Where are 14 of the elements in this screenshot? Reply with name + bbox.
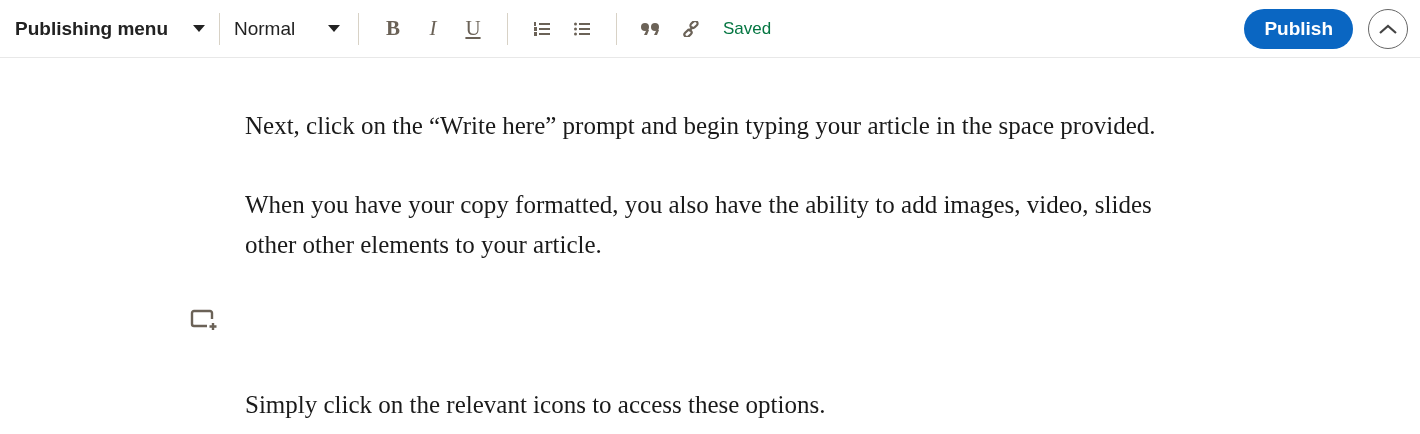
saved-status: Saved (723, 18, 772, 39)
caret-icon (328, 25, 340, 32)
paragraph: Simply click on the relevant icons to access these options. (245, 390, 827, 420)
paragraph: When you have your copy formatted, you also have the ability to add images, video, slides other other elements to your article. (245, 190, 1153, 260)
publish-button[interactable]: Publish (1244, 8, 1353, 49)
italic-button[interactable]: I (413, 16, 453, 41)
bold-button[interactable]: B (373, 16, 413, 41)
caret-icon (193, 25, 205, 32)
add-media-icon[interactable] (190, 309, 218, 331)
paragraph: Next, click on the “Write here” prompt and begin typing your article in the space provided. (245, 111, 1157, 141)
publishing-menu-dropdown[interactable]: Publishing menu (15, 17, 205, 40)
text-style-dropdown[interactable]: Normal (234, 17, 340, 40)
chevron-up-icon (1379, 23, 1397, 34)
underline-button[interactable]: U (453, 16, 493, 41)
